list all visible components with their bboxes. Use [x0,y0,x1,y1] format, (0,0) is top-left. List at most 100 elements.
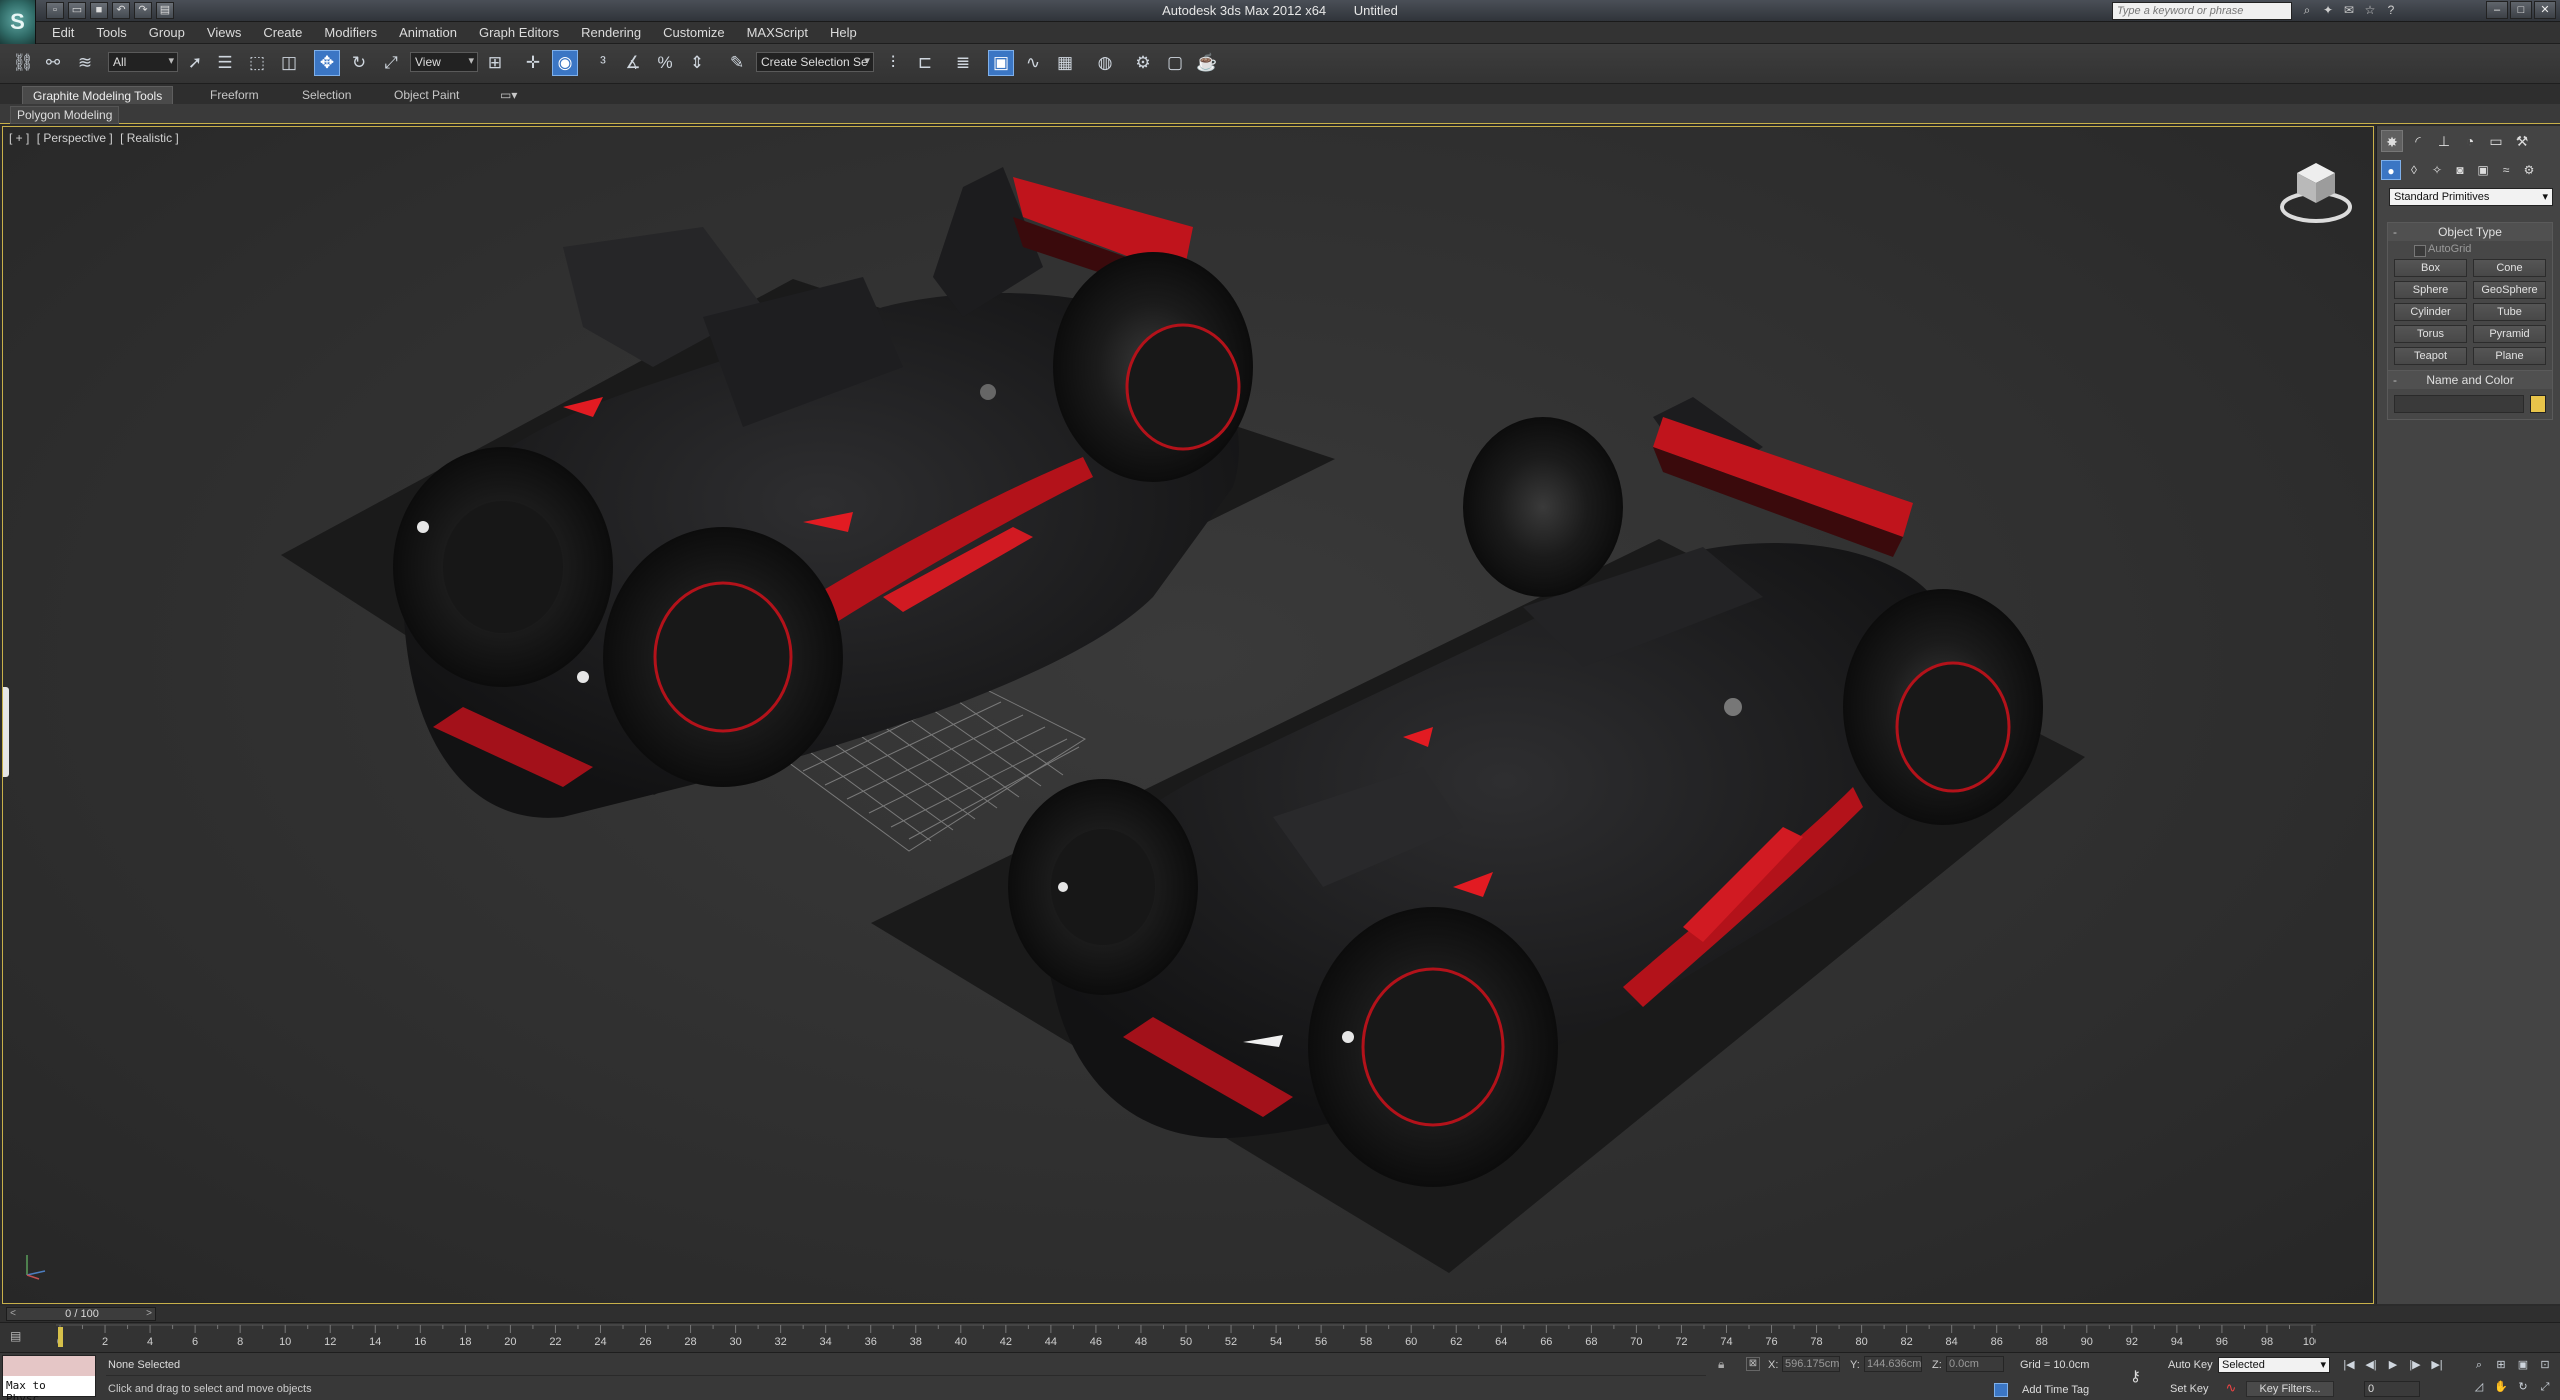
rectangular-selection-icon[interactable]: ⬚ [244,50,270,76]
key-mode-dropdown[interactable]: Selected [2218,1357,2330,1373]
frame-ruler[interactable]: 0246810121416182022242628303234363840424… [56,1323,2316,1353]
current-frame-field[interactable]: 0 [2364,1381,2420,1397]
utilities-tab-icon[interactable]: ⚒ [2511,130,2533,152]
set-key-button[interactable]: Set Key [2170,1383,2209,1395]
communication-icon[interactable]: ✉ [2340,2,2358,19]
motion-tab-icon[interactable]: ◔ [2459,130,2481,152]
tab-graphite-modeling-tools[interactable]: Graphite Modeling Tools [22,86,174,104]
layer-manager-icon[interactable]: ≣ [950,50,976,76]
select-manipulate-icon[interactable]: ✛ [520,50,546,76]
tube-button[interactable]: Tube [2473,303,2546,321]
polygon-modeling-panel[interactable]: Polygon Modeling [10,106,120,124]
slider-left-arrow-icon[interactable]: < [7,1308,19,1320]
maximize-viewport-icon[interactable]: ⤢ [2536,1379,2554,1395]
menu-help[interactable]: Help [830,25,857,40]
save-icon[interactable]: ■ [90,2,108,19]
auto-key-button[interactable]: Auto Key [2168,1359,2213,1371]
next-frame-icon[interactable]: |▶ [2406,1357,2424,1373]
y-coordinate-field[interactable]: 144.636cm [1864,1356,1922,1372]
material-editor-icon[interactable]: ◍ [1092,50,1118,76]
torus-button[interactable]: Torus [2394,325,2467,343]
menu-customize[interactable]: Customize [663,25,724,40]
reference-coordinate-dropdown[interactable]: View [410,52,478,72]
menu-maxscript[interactable]: MAXScript [747,25,808,40]
zoom-extents-all-icon[interactable]: ⊡ [2536,1357,2554,1373]
field-of-view-icon[interactable]: ◿ [2470,1379,2488,1395]
display-tab-icon[interactable]: ▭ [2485,130,2507,152]
viewport-shading-menu[interactable]: [ Realistic ] [120,131,179,145]
play-icon[interactable]: ▶ [2384,1357,2402,1373]
default-tangent-icon[interactable]: ∿ [2222,1381,2240,1397]
object-name-field[interactable] [2394,395,2525,413]
favorites-icon[interactable]: ☆ [2361,2,2379,19]
time-slider[interactable]: 0 / 100 < > [6,1307,156,1321]
mirror-icon[interactable]: ⫶ [880,50,906,76]
named-selection-dropdown[interactable]: Create Selection Se [756,52,874,72]
viewport-general-menu[interactable]: [ + ] [9,131,29,145]
percent-snap-icon[interactable]: % [652,50,678,76]
x-coordinate-field[interactable]: 596.175cm [1782,1356,1840,1372]
maxscript-output[interactable] [3,1356,95,1376]
pyramid-button[interactable]: Pyramid [2473,325,2546,343]
menu-tools[interactable]: Tools [96,25,126,40]
box-button[interactable]: Box [2394,259,2467,277]
binoculars-icon[interactable]: ⌕ [2298,2,2316,19]
cylinder-button[interactable]: Cylinder [2394,303,2467,321]
menu-edit[interactable]: Edit [52,25,74,40]
plane-button[interactable]: Plane [2473,347,2546,365]
perspective-viewport[interactable]: [ + ] [ Perspective ] [ Realistic ] [2,126,2374,1304]
selection-lock-icon[interactable]: 🔒︎ [1718,1357,1724,1372]
pivot-center-icon[interactable]: ⊞ [482,50,508,76]
cameras-icon[interactable]: ◙ [2450,160,2470,180]
select-object-icon[interactable]: ➚ [182,50,208,76]
graphite-toggle-icon[interactable]: ▣ [988,50,1014,76]
window-crossing-icon[interactable]: ◫ [276,50,302,76]
render-production-icon[interactable]: ☕ [1194,50,1220,76]
systems-icon[interactable]: ⚙ [2519,160,2539,180]
select-and-scale-icon[interactable]: ⤢ [378,50,404,76]
create-tab-icon[interactable]: ✸ [2381,130,2403,152]
keyboard-shortcut-override-icon[interactable]: ◉ [552,50,578,76]
subscription-icon[interactable]: ✦ [2319,2,2337,19]
snaps-toggle-icon[interactable]: ³ [590,50,616,76]
pan-icon[interactable]: ✋ [2492,1379,2510,1395]
zoom-extents-icon[interactable]: ▣ [2514,1357,2532,1373]
lights-icon[interactable]: ✧ [2427,160,2447,180]
go-to-start-icon[interactable]: |◀ [2340,1357,2358,1373]
menu-graph-editors[interactable]: Graph Editors [479,25,559,40]
helpers-icon[interactable]: ▣ [2473,160,2493,180]
ribbon-options-icon[interactable]: ▭▾ [494,86,523,104]
zoom-icon[interactable]: ⌕ [2470,1357,2488,1373]
geosphere-button[interactable]: GeoSphere [2473,281,2546,299]
go-to-end-icon[interactable]: ▶| [2428,1357,2446,1373]
geometry-icon[interactable]: ● [2381,160,2401,180]
angle-snap-icon[interactable]: ∡ [620,50,646,76]
sphere-button[interactable]: Sphere [2394,281,2467,299]
undo-icon[interactable]: ↶ [112,2,130,19]
slider-right-arrow-icon[interactable]: > [143,1308,155,1320]
tab-freeform[interactable]: Freeform [200,86,269,104]
open-icon[interactable]: ▭ [68,2,86,19]
menu-views[interactable]: Views [207,25,241,40]
search-input[interactable]: Type a keyword or phrase [2112,2,2292,20]
previous-frame-icon[interactable]: ◀| [2362,1357,2380,1373]
selection-filter-dropdown[interactable]: All [108,52,178,72]
render-setup-icon[interactable]: ⚙ [1130,50,1156,76]
select-and-rotate-icon[interactable]: ↻ [346,50,372,76]
menu-group[interactable]: Group [149,25,185,40]
teapot-button[interactable]: Teapot [2394,347,2467,365]
primitive-category-dropdown[interactable]: Standard Primitives [2389,188,2553,206]
shapes-icon[interactable]: ◊ [2404,160,2424,180]
help-icon[interactable]: ? [2382,2,2400,19]
rendered-frame-icon[interactable]: ▢ [1162,50,1188,76]
menu-modifiers[interactable]: Modifiers [324,25,377,40]
select-by-name-icon[interactable]: ☰ [212,50,238,76]
project-folder-icon[interactable]: ▤ [156,2,174,19]
menu-rendering[interactable]: Rendering [581,25,641,40]
spinner-snap-icon[interactable]: ⇕ [684,50,710,76]
redo-icon[interactable]: ↷ [134,2,152,19]
time-tag-icon[interactable] [1994,1383,2008,1397]
add-time-tag-button[interactable]: Add Time Tag [2022,1384,2089,1396]
edit-named-selection-icon[interactable]: ✎ [724,50,750,76]
zoom-all-icon[interactable]: ⊞ [2492,1357,2510,1373]
